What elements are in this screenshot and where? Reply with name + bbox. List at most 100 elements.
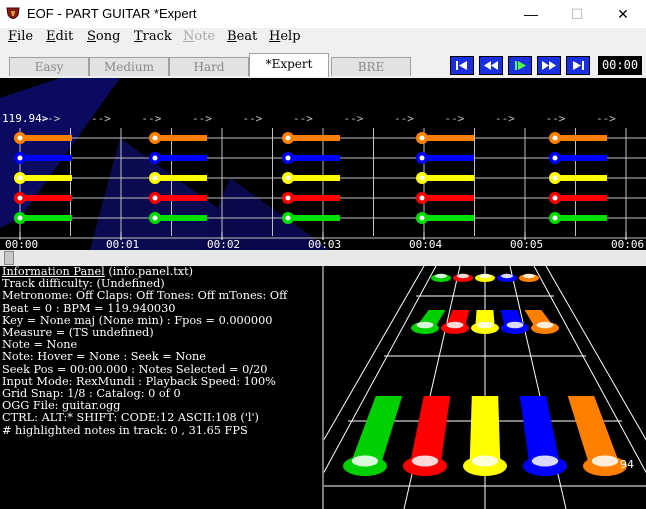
gem-top <box>536 321 554 329</box>
time-label: 00:02 <box>207 238 240 250</box>
play-icon <box>515 61 526 70</box>
note-sustain <box>555 155 607 161</box>
close-button[interactable]: ✕ <box>600 0 646 28</box>
beat-marker: --> <box>243 112 263 125</box>
menu-song[interactable]: Song <box>87 29 120 44</box>
note-gem-center <box>152 195 158 201</box>
note-gem-center <box>17 135 23 141</box>
tab-bre[interactable]: BRE <box>331 57 411 76</box>
info-line: # highlighted notes in track: 0 , 31.65 … <box>2 423 248 437</box>
beat-marker: --> <box>445 112 465 125</box>
note-gem-center <box>285 195 291 201</box>
note-gem-center <box>552 155 558 161</box>
seek-start-button[interactable] <box>450 56 474 75</box>
note-sustain <box>422 195 474 201</box>
seek-end-button[interactable] <box>566 56 590 75</box>
time-label: 00:04 <box>409 238 442 250</box>
note-sustain <box>555 135 607 141</box>
beat-marker: --> <box>546 112 566 125</box>
time-display: 00:00 <box>598 56 642 75</box>
note-sustain <box>20 215 72 221</box>
info-line: Note: Hover = None : Seek = None <box>2 350 206 364</box>
bpm-marker: 119.94> <box>2 112 49 125</box>
3d-highway: 94 <box>324 266 646 509</box>
note-gem-center <box>152 155 158 161</box>
gem-sustain <box>519 396 561 466</box>
close-icon: ✕ <box>617 5 629 22</box>
information-panel: Information Panel (info.panel.txt) Track… <box>0 266 322 509</box>
title-bar: EOF - PART GUITAR *Expert — ☐ ✕ <box>0 0 646 28</box>
note-grid[interactable]: --> --> --> --> --> --> --> --> --> --> --> -->119.… <box>0 78 646 251</box>
menu-help[interactable]: Help <box>269 29 301 44</box>
gem-top <box>523 273 535 279</box>
maximize-icon: ☐ <box>570 5 584 22</box>
time-label: 00:03 <box>308 238 341 250</box>
note-sustain <box>155 195 207 201</box>
time-label: 00:00 <box>5 238 38 250</box>
minimize-button[interactable]: — <box>508 0 554 28</box>
menu-note[interactable]: Note <box>183 29 215 44</box>
gem-top <box>416 321 434 329</box>
menu-file[interactable]: File <box>8 29 33 44</box>
note-sustain <box>288 195 340 201</box>
note-sustain <box>288 215 340 221</box>
info-header-file: (info.panel.txt) <box>104 266 194 278</box>
note-sustain <box>288 175 340 181</box>
note-gem-center <box>552 215 558 221</box>
fast-forward-icon <box>542 61 556 70</box>
tab-expert[interactable]: *Expert <box>249 53 329 77</box>
note-sustain <box>155 135 207 141</box>
seek-start-icon <box>456 61 467 70</box>
gem-top <box>591 455 619 467</box>
window-title: EOF - PART GUITAR *Expert <box>27 6 197 21</box>
gem-sustain <box>409 396 451 466</box>
note-sustain <box>20 195 72 201</box>
note-gem-center <box>285 175 291 181</box>
tab-hard[interactable]: Hard <box>169 57 249 76</box>
rewind-button[interactable] <box>479 56 503 75</box>
note-gem-center <box>17 155 23 161</box>
note-sustain <box>555 175 607 181</box>
note-gem-center <box>552 175 558 181</box>
note-gem-center <box>17 175 23 181</box>
note-gem-center <box>419 175 425 181</box>
note-gem-center <box>419 215 425 221</box>
note-sustain <box>155 215 207 221</box>
note-gem-center <box>419 155 425 161</box>
note-gem-center <box>17 195 23 201</box>
note-sustain <box>20 135 72 141</box>
gem-sustain <box>567 396 621 466</box>
note-sustain <box>422 175 474 181</box>
maximize-button[interactable]: ☐ <box>554 0 600 28</box>
beat-marker: --> <box>344 112 364 125</box>
note-sustain <box>555 195 607 201</box>
gem-top <box>411 455 439 467</box>
gem-top <box>531 455 559 467</box>
info-line: Metronome: Off Claps: Off Tones: Off mTo… <box>2 289 288 303</box>
tab-medium[interactable]: Medium <box>89 57 169 76</box>
note-gem-center <box>152 175 158 181</box>
note-sustain <box>422 215 474 221</box>
menu-track[interactable]: Track <box>134 29 172 44</box>
play-button[interactable] <box>508 56 532 75</box>
timeline-scroll-thumb[interactable] <box>4 251 14 265</box>
note-gem-center <box>285 135 291 141</box>
note-sustain <box>20 175 72 181</box>
note-sustain <box>422 135 474 141</box>
note-sustain <box>288 135 340 141</box>
timeline-scrollbar[interactable] <box>0 250 646 266</box>
info-header: Information Panel <box>2 266 105 278</box>
note-gem-center <box>152 215 158 221</box>
note-gem-center <box>152 135 158 141</box>
note-gem-center <box>419 195 425 201</box>
info-line: Seek Pos = 00:00.000 : Notes Selected = … <box>2 362 268 376</box>
note-gem-center <box>552 195 558 201</box>
tab-easy[interactable]: Easy <box>9 57 89 76</box>
menu-edit[interactable]: Edit <box>46 29 73 44</box>
note-sustain <box>555 215 607 221</box>
note-gem-center <box>285 215 291 221</box>
menu-beat[interactable]: Beat <box>227 29 257 44</box>
fast-forward-button[interactable] <box>537 56 561 75</box>
note-editor[interactable]: --> --> --> --> --> --> --> --> --> --> --> --> 119.… <box>0 78 646 266</box>
gem-sustain <box>349 396 403 466</box>
